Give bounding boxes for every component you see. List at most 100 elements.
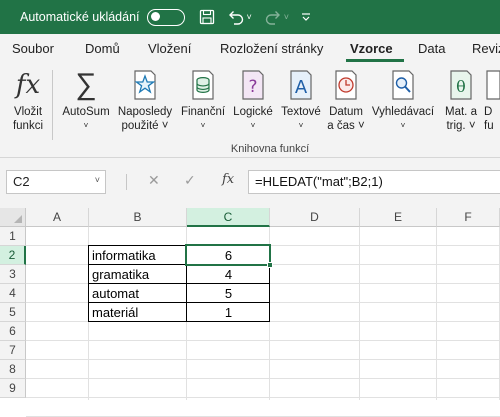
gridline-horizontal bbox=[26, 359, 500, 360]
row-header-8[interactable]: 8 bbox=[0, 360, 26, 379]
math-trig-label-2: trig. ˅ bbox=[446, 120, 476, 132]
row-header-1[interactable]: 1 bbox=[0, 227, 26, 246]
row-header-7[interactable]: 7 bbox=[0, 341, 26, 360]
column-header-e[interactable]: E bbox=[360, 208, 437, 227]
more-functions-label-2: fu bbox=[484, 120, 494, 132]
ribbon-tabs: Soubor Domů Vložení Rozložení stránky Vz… bbox=[0, 34, 500, 62]
logical-label: Logické bbox=[233, 106, 273, 118]
svg-text:θ: θ bbox=[456, 77, 466, 96]
table-inner-border bbox=[88, 302, 270, 303]
toggle-knob bbox=[150, 12, 160, 21]
lookup-button[interactable]: Vyhledávací ˅ bbox=[370, 68, 436, 133]
function-library-group-label: Knihovna funkcí bbox=[230, 143, 310, 155]
fill-handle[interactable] bbox=[267, 262, 273, 268]
text-icon: A bbox=[278, 68, 324, 102]
finance-icon bbox=[178, 68, 228, 102]
logical-chevron-icon: ˅ bbox=[250, 121, 256, 130]
date-time-label-2: a čas ˅ bbox=[327, 120, 365, 132]
text-chevron-icon: ˅ bbox=[298, 121, 304, 130]
customize-toolbar-icon[interactable] bbox=[301, 12, 311, 22]
recently-used-button[interactable]: Naposledy použité ˅ bbox=[116, 68, 174, 133]
row-header-4[interactable]: 4 bbox=[0, 284, 26, 303]
datetime-icon bbox=[324, 68, 368, 102]
tab-domu[interactable]: Domů bbox=[85, 41, 120, 56]
column-header-f[interactable]: F bbox=[437, 208, 500, 227]
math-trig-button[interactable]: θ Mat. a trig. ˅ bbox=[440, 68, 482, 133]
sigma-icon: ∑ bbox=[75, 68, 97, 101]
formula-bar-divider bbox=[126, 174, 127, 190]
autosum-chevron-icon: ˅ bbox=[83, 121, 89, 130]
fx-icon: fx bbox=[15, 70, 41, 100]
row-header-9[interactable]: 9 bbox=[0, 379, 26, 398]
cancel-icon[interactable]: ✕ bbox=[148, 172, 160, 189]
gridline-vertical bbox=[359, 227, 360, 400]
row-header-3[interactable]: 3 bbox=[0, 265, 26, 284]
autosave-toggle[interactable] bbox=[146, 8, 185, 26]
star-icon bbox=[116, 68, 174, 102]
lookup-icon bbox=[370, 68, 436, 102]
lookup-chevron-icon: ˅ bbox=[400, 121, 406, 130]
financial-button[interactable]: Finanční ˅ bbox=[178, 68, 228, 133]
more-functions-icon bbox=[484, 68, 500, 102]
svg-text:A: A bbox=[295, 77, 308, 98]
name-box[interactable]: C2 ˅ bbox=[6, 170, 106, 194]
formula-input[interactable]: =HLEDAT("mat";B2;1) bbox=[248, 170, 500, 194]
more-functions-button[interactable]: D fu bbox=[484, 68, 500, 133]
selected-cell-border bbox=[185, 244, 271, 266]
gridline-horizontal bbox=[26, 340, 500, 341]
text-button[interactable]: A Textové ˅ bbox=[278, 68, 324, 133]
autosum-button[interactable]: ∑ AutoSum ˅ bbox=[58, 68, 114, 133]
autosum-label: AutoSum bbox=[62, 106, 110, 118]
select-all-corner[interactable] bbox=[0, 208, 26, 227]
column-header-c[interactable]: C bbox=[187, 208, 270, 227]
tab-vzorce[interactable]: Vzorce bbox=[350, 41, 393, 56]
undo-dropdown-icon[interactable]: ˅ bbox=[247, 12, 252, 22]
math-trig-label: Mat. a bbox=[445, 106, 477, 118]
redo-dropdown-icon: ˅ bbox=[283, 12, 290, 22]
logical-icon: ? bbox=[230, 68, 276, 102]
tab-revize[interactable]: Revize bbox=[472, 41, 500, 56]
text-label: Textové bbox=[281, 106, 321, 118]
title-bar: Automatické ukládání ˅ ˅ bbox=[0, 0, 500, 34]
tab-data[interactable]: Data bbox=[418, 41, 445, 56]
column-header-a[interactable]: A bbox=[26, 208, 89, 227]
column-header-b[interactable]: B bbox=[89, 208, 187, 227]
insert-function-fx-icon[interactable]: fx bbox=[222, 172, 234, 187]
lookup-label: Vyhledávací bbox=[371, 106, 435, 118]
insert-function-label-2: funkci bbox=[12, 120, 44, 132]
financial-chevron-icon: ˅ bbox=[200, 121, 206, 130]
redo-icon bbox=[264, 9, 282, 25]
svg-text:?: ? bbox=[248, 77, 257, 97]
recently-used-label-2: použité ˅ bbox=[121, 120, 169, 132]
undo-icon[interactable] bbox=[227, 9, 245, 25]
more-functions-label: D bbox=[484, 106, 493, 118]
save-icon[interactable] bbox=[199, 9, 215, 25]
column-header-d[interactable]: D bbox=[270, 208, 360, 227]
enter-icon[interactable]: ✓ bbox=[184, 172, 196, 189]
row-header-6[interactable]: 6 bbox=[0, 322, 26, 341]
worksheet-grid[interactable]: A B C D E F 1 2 3 4 5 6 7 8 9 informatika 6 gramatika 4 aut… bbox=[0, 208, 500, 417]
date-time-button[interactable]: Datum a čas ˅ bbox=[324, 68, 368, 133]
gridline-vertical bbox=[436, 227, 437, 400]
row-header-5[interactable]: 5 bbox=[0, 303, 26, 322]
table-inner-border bbox=[88, 283, 270, 284]
ribbon-group-separator bbox=[52, 70, 53, 140]
ribbon: fx Vložit funkci ∑ AutoSum ˅ Naposledy p… bbox=[0, 62, 500, 158]
formula-bar: C2 ˅ ✕ ✓ fx =HLEDAT("mat";B2;1) bbox=[0, 158, 500, 208]
gridline-horizontal bbox=[26, 397, 500, 398]
tab-soubor[interactable]: Soubor bbox=[12, 41, 54, 56]
row-header-2[interactable]: 2 bbox=[0, 246, 26, 265]
name-box-dropdown-icon[interactable]: ˅ bbox=[95, 175, 100, 185]
math-icon: θ bbox=[440, 68, 482, 102]
gridline-horizontal bbox=[26, 378, 500, 379]
autosave-label: Automatické ukládání bbox=[20, 10, 140, 24]
insert-function-button[interactable]: fx Vložit funkci bbox=[6, 68, 50, 133]
name-box-value: C2 bbox=[13, 174, 30, 189]
tab-rozlozeni-stranky[interactable]: Rozložení stránky bbox=[220, 41, 323, 56]
logical-button[interactable]: ? Logické ˅ bbox=[230, 68, 276, 133]
tab-vlozeni[interactable]: Vložení bbox=[148, 41, 191, 56]
insert-function-label: Vložit bbox=[13, 106, 43, 118]
recently-used-label: Naposledy bbox=[117, 106, 173, 118]
date-time-label: Datum bbox=[329, 106, 363, 118]
financial-label: Finanční bbox=[180, 106, 226, 118]
